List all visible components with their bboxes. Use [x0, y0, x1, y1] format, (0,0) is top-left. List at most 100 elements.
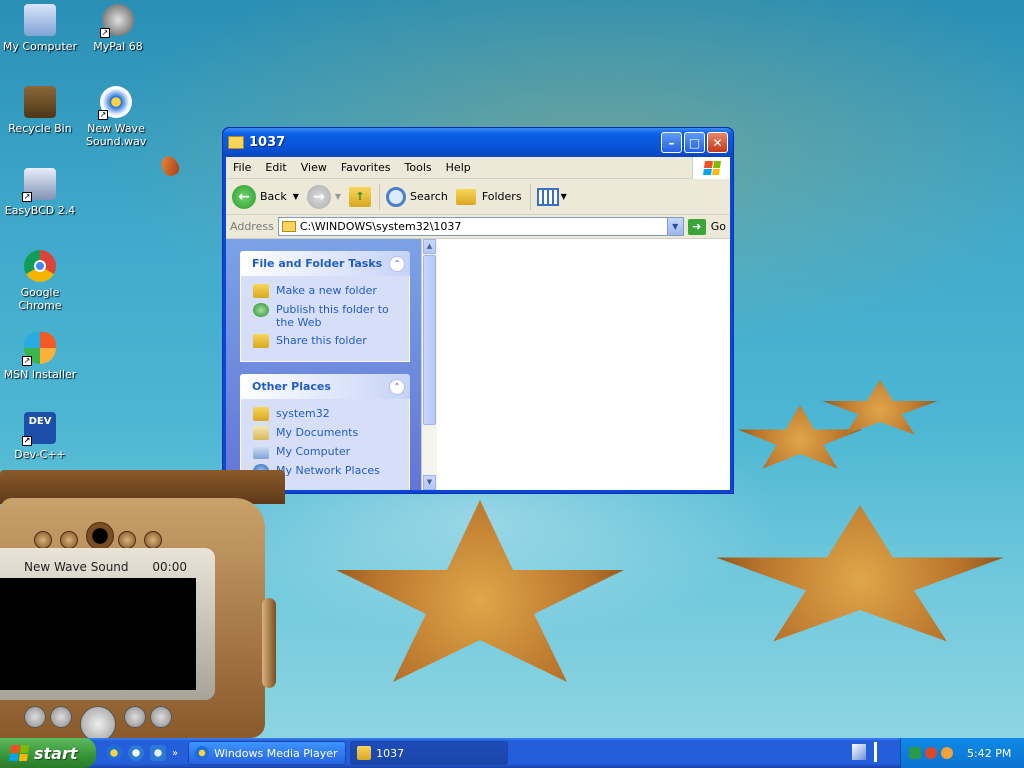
- explorer-titlebar[interactable]: 1037 – □ ✕: [223, 128, 733, 157]
- shell-cursor-icon: [158, 153, 182, 179]
- media-player-quicklaunch-icon[interactable]: [106, 745, 122, 761]
- task-pane-scrollbar[interactable]: ▲ ▼: [421, 239, 437, 490]
- views-button[interactable]: ▼: [536, 187, 567, 206]
- recycle-bin-icon: [24, 86, 56, 118]
- address-dropdown-icon[interactable]: ▼: [666, 218, 683, 235]
- address-value: C:\WINDOWS\system32\1037: [299, 220, 462, 233]
- up-folder-button[interactable]: ↑: [349, 186, 372, 207]
- scroll-up-icon[interactable]: ▲: [423, 239, 436, 254]
- media-player-skin[interactable]: New Wave Sound 00:00: [0, 470, 285, 742]
- task-link-share-folder[interactable]: Share this folder: [253, 334, 401, 348]
- desktop-icon-msn-installer[interactable]: ↗ MSN Installer: [0, 332, 80, 381]
- chrome-icon: [24, 250, 56, 282]
- up-folder-icon: ↑: [349, 186, 372, 207]
- box-title: Other Places: [252, 380, 331, 393]
- place-link-system32[interactable]: system32: [253, 407, 401, 421]
- track-title: New Wave Sound: [24, 560, 129, 574]
- network-tray-icon[interactable]: [909, 747, 921, 759]
- window-title: 1037: [249, 135, 286, 150]
- ie-icon[interactable]: [128, 745, 144, 761]
- task-label: Make a new folder: [276, 284, 377, 297]
- next-button[interactable]: [150, 706, 172, 728]
- task-label: Share this folder: [276, 334, 367, 347]
- menu-edit[interactable]: Edit: [258, 161, 293, 174]
- search-label: Search: [410, 190, 448, 203]
- prev-button[interactable]: [24, 706, 46, 728]
- menu-favorites[interactable]: Favorites: [334, 161, 398, 174]
- place-label: My Computer: [276, 445, 351, 458]
- go-button[interactable]: ➜ Go: [687, 218, 726, 235]
- folder-icon: [228, 136, 244, 149]
- folders-button[interactable]: Folders: [455, 188, 522, 205]
- task-link-new-folder[interactable]: Make a new folder: [253, 284, 401, 298]
- toolbar-separator: [529, 183, 531, 210]
- menu-file[interactable]: File: [226, 161, 258, 174]
- volume-handle-icon[interactable]: [262, 598, 276, 688]
- desktop-icon-google-chrome[interactable]: Google Chrome: [0, 250, 80, 312]
- back-dropdown-icon[interactable]: ▼: [293, 192, 299, 201]
- address-field[interactable]: C:\WINDOWS\system32\1037 ▼: [277, 217, 684, 236]
- player-mini-button[interactable]: [144, 531, 162, 549]
- place-label: My Network Places: [276, 464, 380, 477]
- place-label: system32: [276, 407, 330, 420]
- other-places-header[interactable]: Other Places ⌃: [240, 374, 410, 399]
- start-button[interactable]: start: [0, 738, 96, 768]
- taskbar-button-explorer[interactable]: 1037: [350, 741, 509, 765]
- dev-cpp-icon: DEV ↗: [22, 412, 56, 446]
- outlook-express-icon[interactable]: [150, 745, 166, 761]
- player-mini-button[interactable]: [118, 531, 136, 549]
- explorer-window[interactable]: 1037 – □ ✕ File Edit View Favorites Tool…: [222, 127, 734, 494]
- clock[interactable]: 5:42 PM: [967, 747, 1011, 760]
- share-folder-icon: [253, 334, 269, 348]
- forward-dropdown-icon[interactable]: ▼: [335, 192, 341, 201]
- taskbar-button-media-player[interactable]: Windows Media Player: [188, 741, 347, 765]
- back-button[interactable]: ← Back ▼: [232, 184, 299, 209]
- security-tray-icon[interactable]: [925, 747, 937, 759]
- collapse-icon[interactable]: ⌃: [389, 255, 405, 272]
- player-mini-button[interactable]: [60, 531, 78, 549]
- desktop-icon-label: MSN Installer: [3, 368, 77, 381]
- desktop-icon-new-wave-sound[interactable]: ↗ New Wave Sound.wav: [76, 86, 156, 148]
- media-file-icon: ↗: [98, 86, 132, 120]
- media-player-info: New Wave Sound 00:00: [0, 560, 195, 576]
- documents-icon: [253, 426, 269, 440]
- search-button[interactable]: Search: [386, 186, 448, 207]
- desktop-icon-label: Dev-C++: [14, 448, 66, 461]
- file-folder-tasks-header[interactable]: File and Folder Tasks ⌃: [240, 251, 410, 276]
- forward-button[interactable]: → ▼: [306, 184, 341, 209]
- search-tray-icon[interactable]: [941, 747, 953, 759]
- scroll-thumb[interactable]: [423, 255, 436, 425]
- close-button[interactable]: ✕: [707, 132, 728, 153]
- stop-button[interactable]: [50, 706, 72, 728]
- desktop-icon-recycle-bin[interactable]: Recycle Bin: [0, 86, 80, 135]
- minimize-button[interactable]: –: [661, 132, 682, 153]
- place-link-my-documents[interactable]: My Documents: [253, 426, 401, 440]
- easybcd-icon: ↗: [22, 168, 56, 202]
- player-mini-button[interactable]: [34, 531, 52, 549]
- menu-tools[interactable]: Tools: [398, 161, 439, 174]
- pause-button[interactable]: [124, 706, 146, 728]
- views-dropdown-icon: ▼: [560, 192, 567, 201]
- folders-label: Folders: [481, 190, 522, 203]
- maximize-button[interactable]: □: [684, 132, 705, 153]
- quick-launch-more-icon[interactable]: »: [172, 748, 178, 759]
- menu-help[interactable]: Help: [439, 161, 478, 174]
- collapse-icon[interactable]: ⌃: [389, 378, 405, 395]
- desktop-icon-my-computer[interactable]: My Computer: [0, 4, 80, 53]
- play-button[interactable]: [80, 706, 116, 742]
- windows-logo-icon: [692, 157, 730, 179]
- menu-view[interactable]: View: [294, 161, 334, 174]
- place-link-my-computer[interactable]: My Computer: [253, 445, 401, 459]
- desktop-icon-mypal[interactable]: ↗ MyPal 68: [78, 4, 158, 53]
- starfish-decoration: [716, 505, 1004, 642]
- desktop-icon-dev-cpp[interactable]: DEV ↗ Dev-C++: [0, 412, 80, 461]
- desktop-icon-easybcd[interactable]: ↗ EasyBCD 2.4: [0, 168, 80, 217]
- file-list-pane[interactable]: [437, 239, 730, 490]
- scroll-down-icon[interactable]: ▼: [423, 475, 436, 490]
- folder-icon: [253, 407, 269, 421]
- task-label: Publish this folder to the Web: [276, 303, 389, 329]
- task-link-publish-web[interactable]: Publish this folder to the Web: [253, 303, 401, 329]
- task-pane: File and Folder Tasks ⌃ Make a new folde…: [226, 239, 421, 490]
- msn-butterfly-icon: ↗: [22, 332, 56, 366]
- pen-input-icon[interactable]: [852, 744, 866, 760]
